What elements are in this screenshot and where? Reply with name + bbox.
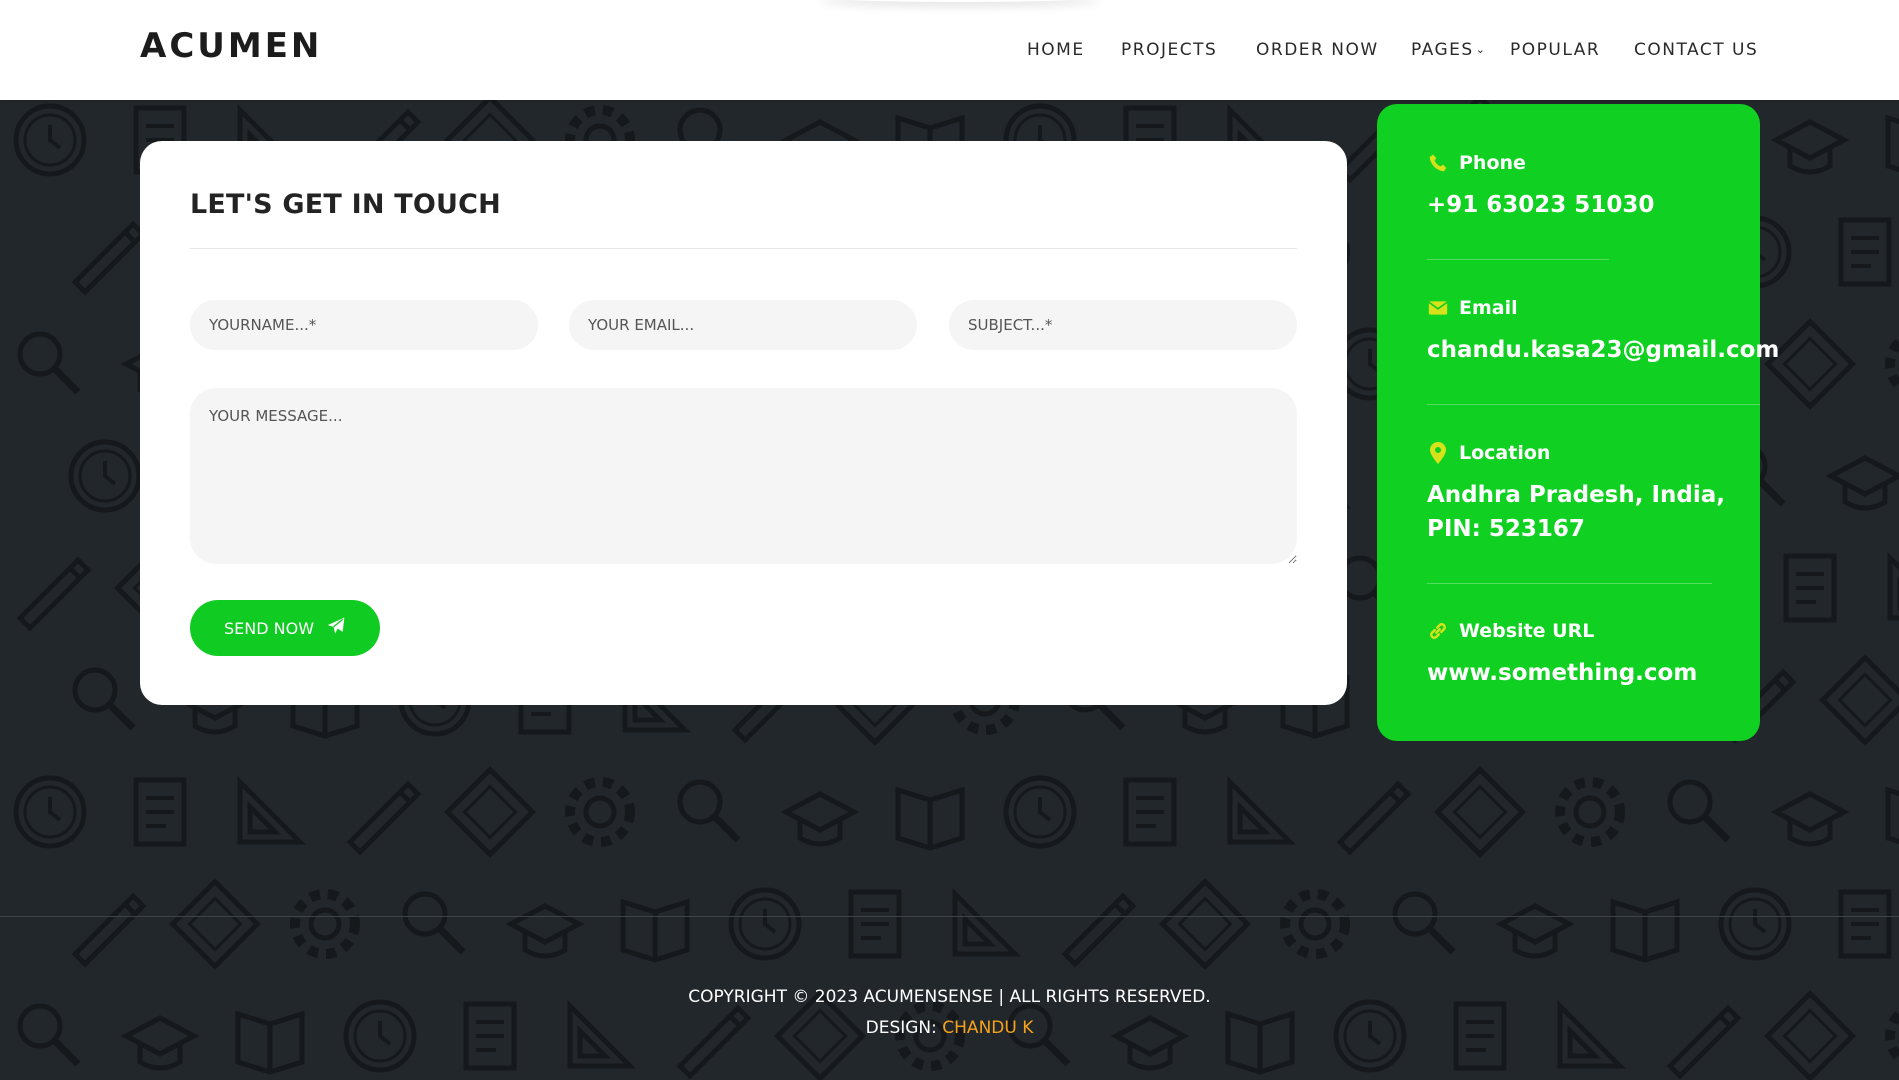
- pattern-doodle: [72, 667, 136, 731]
- pattern-doodle: [68, 439, 142, 513]
- location-label: Location: [1459, 442, 1551, 464]
- pattern-doodle: [1610, 898, 1680, 963]
- pattern-doodle: [505, 903, 585, 959]
- pattern-doodle: [1783, 553, 1837, 623]
- copyright-text: COPYRIGHT © 2023 ACUMENSENSE | ALL RIGHT…: [688, 987, 1211, 1007]
- site-footer: COPYRIGHT © 2023 ACUMENSENSE | ALL RIGHT…: [0, 982, 1899, 1044]
- pattern-doodle: [1061, 892, 1137, 968]
- pattern-doodle: [1885, 786, 1899, 845]
- pattern-doodle: [13, 775, 87, 849]
- contact-info-panel: Phone +91 63023 51030 Email chandu.kasa2…: [1377, 104, 1779, 741]
- site-logo[interactable]: ACUMEN: [140, 26, 322, 66]
- pattern-doodle: [780, 791, 860, 847]
- phone-label: Phone: [1459, 152, 1526, 174]
- location-line-2: PIN: 523167: [1427, 516, 1585, 542]
- pattern-doodle: [1770, 791, 1850, 847]
- pattern-doodle: [290, 889, 360, 959]
- pattern-doodle: [1819, 654, 1899, 746]
- pattern-doodle: [169, 878, 261, 970]
- pattern-doodle: [1718, 887, 1792, 961]
- website-block: Website URL www.something.com: [1427, 620, 1697, 690]
- pattern-doodle: [677, 779, 741, 843]
- pattern-doodle: [1336, 780, 1412, 856]
- chevron-down-icon: ⌄: [1475, 43, 1487, 56]
- phone-block: Phone +91 63023 51030: [1427, 152, 1654, 222]
- subject-input[interactable]: [949, 300, 1297, 350]
- designer-link[interactable]: CHANDU K: [942, 1018, 1033, 1038]
- contact-form-card: LET'S GET IN TOUCH SEND NOW: [140, 141, 1347, 705]
- nav-contact-us[interactable]: CONTACT US: [1634, 40, 1758, 60]
- pattern-doodle: [1555, 777, 1625, 847]
- email-label: Email: [1459, 297, 1518, 319]
- pattern-doodle: [402, 891, 466, 955]
- send-now-label: SEND NOW: [223, 618, 315, 638]
- paper-plane-icon: [326, 616, 346, 640]
- header-shadow: [820, 0, 1100, 2]
- pattern-doodle: [1667, 779, 1731, 843]
- pattern-doodle: [1495, 903, 1575, 959]
- design-prefix: DESIGN:: [865, 1018, 937, 1038]
- site-header: ACUMEN HOME PROJECTS ORDER NOW PAGES ⌄ PO…: [0, 0, 1899, 100]
- pattern-doodle: [346, 780, 422, 856]
- phone-icon: [1427, 152, 1449, 174]
- pattern-doodle: [1392, 891, 1456, 955]
- location-line-1: Andhra Pradesh, India,: [1427, 482, 1726, 508]
- pattern-doodle: [1764, 318, 1856, 410]
- pattern-doodle: [16, 556, 92, 632]
- email-value[interactable]: chandu.kasa23@gmail.com: [1427, 333, 1779, 367]
- separator: [1427, 583, 1712, 584]
- pattern-doodle: [71, 220, 147, 296]
- pattern-doodle: [1003, 775, 1077, 849]
- phone-value[interactable]: +91 63023 51030: [1427, 188, 1654, 222]
- pattern-doodle: [1825, 455, 1899, 511]
- pattern-doodle: [13, 103, 87, 177]
- pattern-doodle: [133, 777, 187, 847]
- pattern-doodle: [1885, 336, 1899, 392]
- pattern-doodle: [1838, 889, 1892, 959]
- email-input[interactable]: [569, 300, 917, 350]
- location-value: Andhra Pradesh, India, PIN: 523167: [1427, 478, 1725, 546]
- pattern-doodle: [565, 777, 635, 847]
- pattern-doodle: [895, 786, 965, 851]
- website-value[interactable]: www.something.com: [1427, 656, 1697, 690]
- pattern-doodle: [1434, 766, 1526, 858]
- envelope-icon: [1427, 297, 1449, 319]
- link-icon: [1427, 620, 1449, 642]
- nav-home[interactable]: HOME: [1027, 40, 1085, 60]
- pattern-doodle: [1770, 119, 1850, 175]
- design-credit: DESIGN: CHANDU K: [0, 1013, 1899, 1044]
- nav-order-now[interactable]: ORDER NOW: [1256, 40, 1379, 60]
- website-label: Website URL: [1459, 620, 1595, 642]
- map-pin-icon: [1427, 442, 1449, 464]
- message-textarea[interactable]: [190, 388, 1297, 564]
- pattern-doodle: [848, 889, 902, 959]
- pattern-doodle: [237, 775, 307, 845]
- pattern-doodle: [728, 887, 802, 961]
- footer-divider: [0, 916, 1899, 917]
- email-block: Email chandu.kasa23@gmail.com: [1427, 297, 1779, 367]
- pattern-doodle: [444, 766, 536, 858]
- divider: [190, 248, 1297, 249]
- pattern-doodle: [17, 331, 81, 395]
- nav-projects[interactable]: PROJECTS: [1121, 40, 1217, 60]
- separator: [1427, 404, 1760, 405]
- separator: [1427, 259, 1609, 260]
- nav-pages-label: PAGES: [1411, 40, 1474, 60]
- pattern-doodle: [1159, 878, 1251, 970]
- pattern-doodle: [1280, 889, 1350, 959]
- pattern-doodle: [952, 887, 1022, 957]
- send-now-button[interactable]: SEND NOW: [190, 600, 380, 656]
- nav-popular[interactable]: POPULAR: [1510, 40, 1600, 60]
- pattern-doodle: [1885, 114, 1899, 173]
- pattern-doodle: [71, 892, 147, 968]
- pattern-doodle: [620, 898, 690, 963]
- pattern-doodle: [1887, 551, 1899, 621]
- form-title: LET'S GET IN TOUCH: [190, 189, 501, 220]
- pattern-doodle: [1838, 217, 1892, 287]
- location-block: Location Andhra Pradesh, India, PIN: 523…: [1427, 442, 1725, 546]
- pattern-doodle: [1123, 777, 1177, 847]
- pattern-doodle: [1227, 775, 1297, 845]
- nav-pages[interactable]: PAGES ⌄: [1411, 40, 1486, 60]
- name-input[interactable]: [190, 300, 538, 350]
